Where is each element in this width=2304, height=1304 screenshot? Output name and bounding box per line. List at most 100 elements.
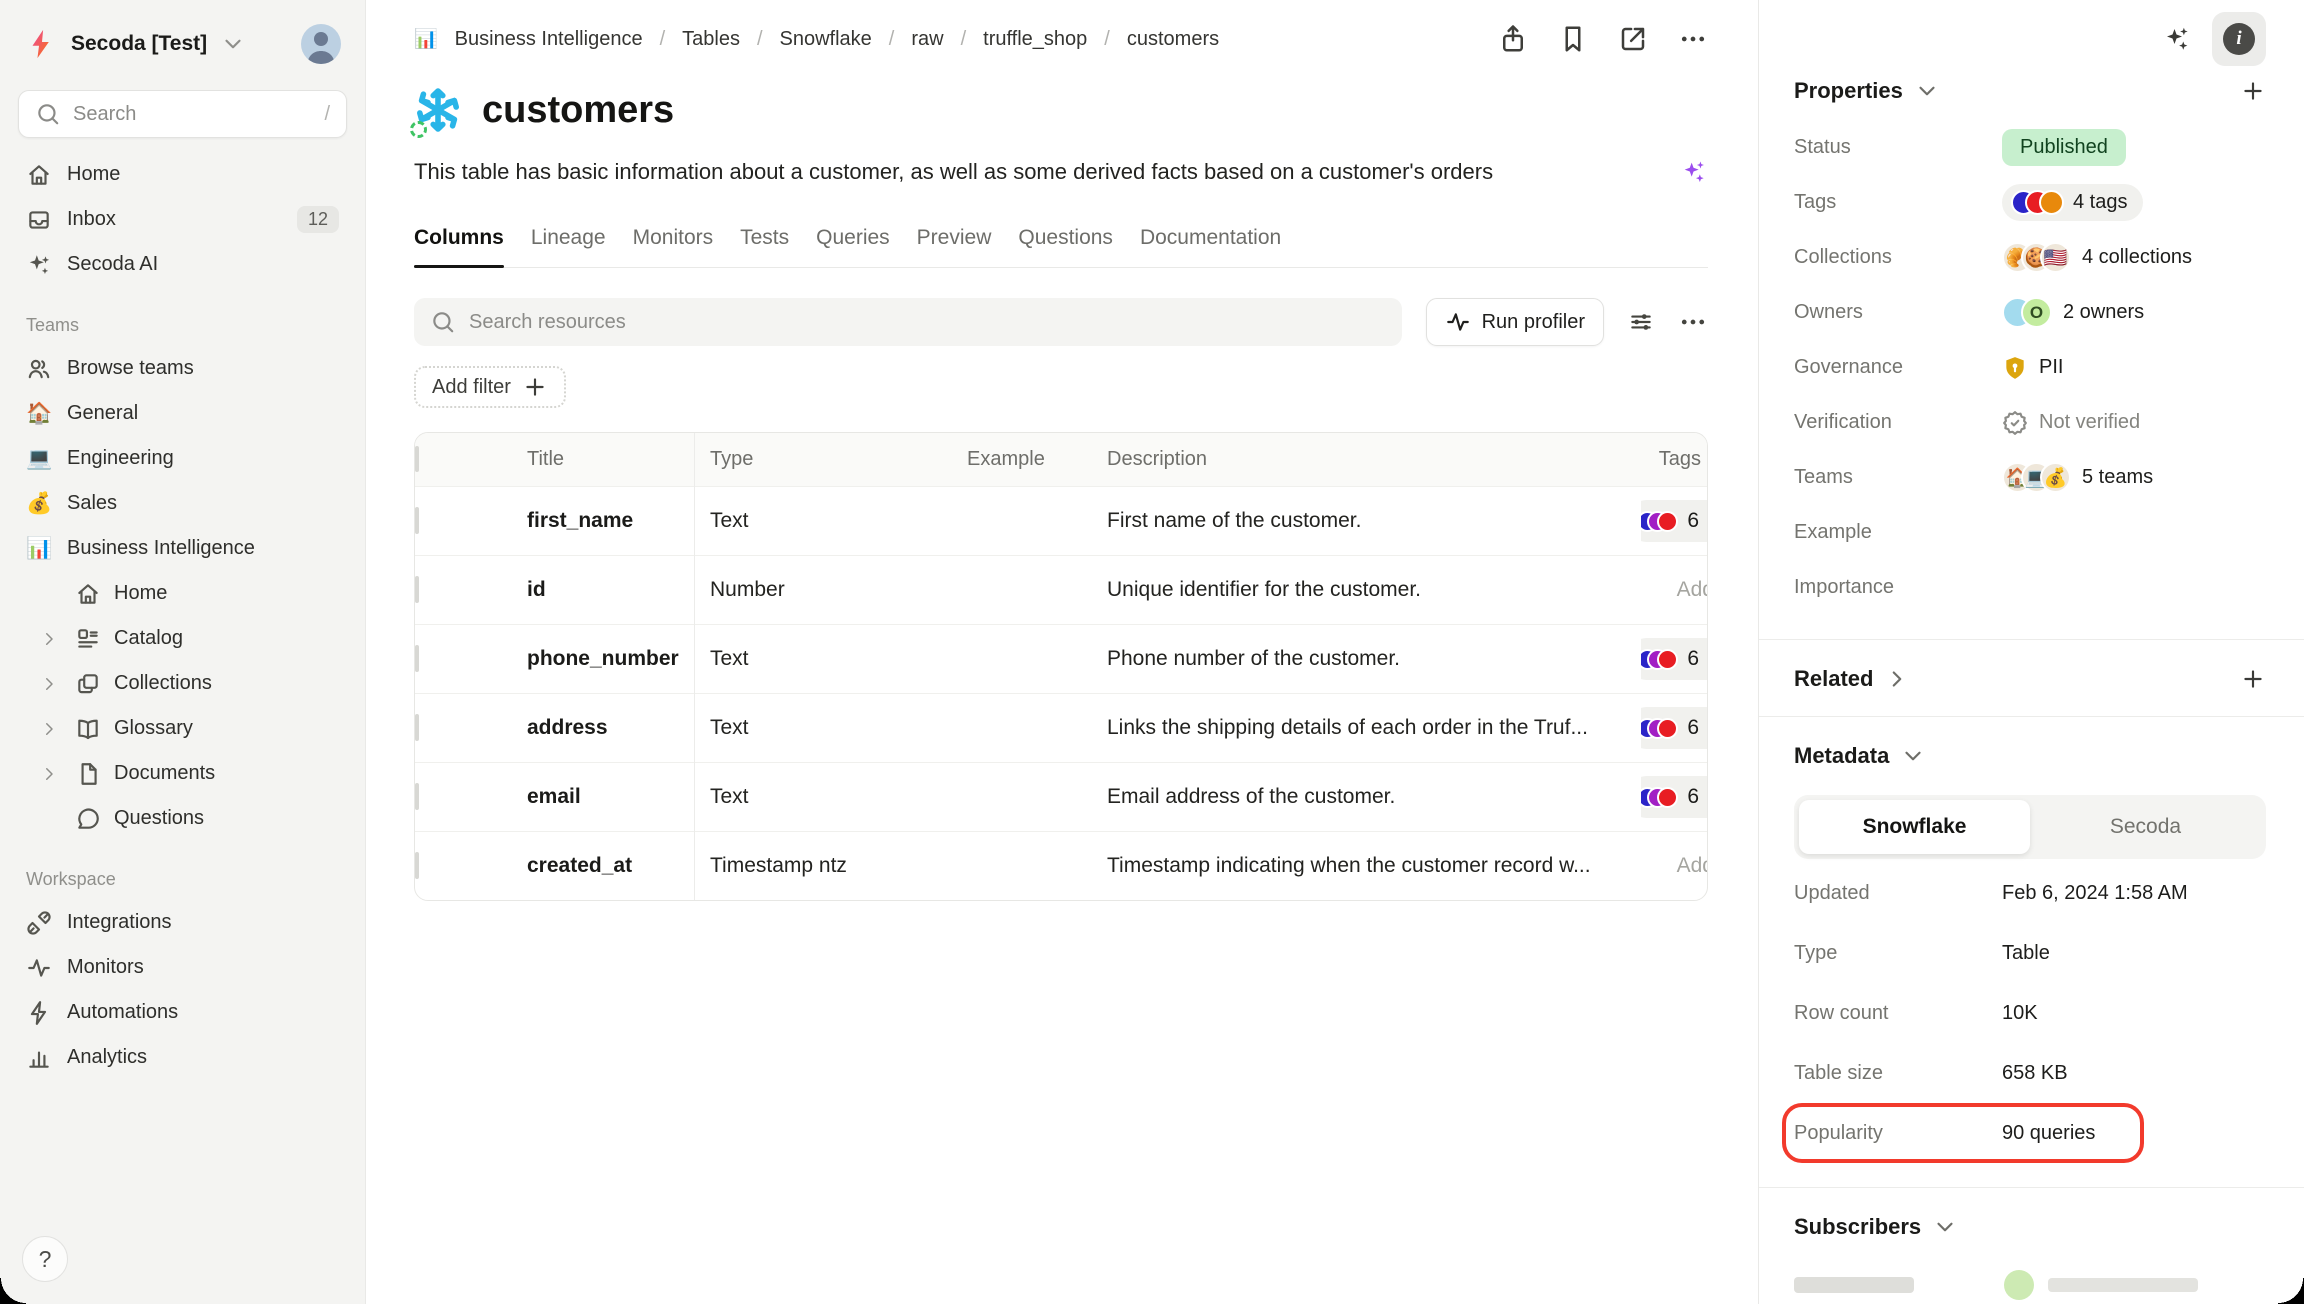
sidebar-item-engineering[interactable]: 💻 Engineering <box>16 436 349 481</box>
subscribers-section-header[interactable]: Subscribers <box>1794 1214 2266 1240</box>
table-row[interactable]: first_name Text First name of the custom… <box>415 486 1707 555</box>
row-checkbox[interactable] <box>415 576 419 603</box>
sidebar-item-bi-questions[interactable]: Questions <box>16 796 349 841</box>
table-row[interactable]: created_at Timestamp ntz Timestamp indic… <box>415 831 1707 900</box>
add-tag-button[interactable]: Add tag <box>1677 578 1707 602</box>
add-filter-button[interactable]: Add filter <box>414 366 566 408</box>
bookmark-icon[interactable] <box>1558 24 1588 54</box>
property-row-example[interactable]: Example <box>1794 505 2266 560</box>
column-header-description[interactable]: Description <box>1091 448 1641 471</box>
add-related-button[interactable] <box>2240 666 2266 692</box>
cell-title[interactable]: created_at <box>511 854 694 878</box>
help-button[interactable]: ? <box>22 1236 68 1282</box>
page-description[interactable]: This table has basic information about a… <box>414 159 1493 185</box>
breadcrumb-item[interactable]: raw <box>911 28 943 51</box>
cell-title[interactable]: email <box>511 785 694 809</box>
sidebar-item-inbox[interactable]: Inbox 12 <box>16 197 349 242</box>
cell-description[interactable]: Timestamp indicating when the customer r… <box>1091 854 1641 878</box>
share-icon[interactable] <box>1498 24 1528 54</box>
workspace-switcher[interactable]: Secoda [Test] <box>16 18 349 70</box>
sidebar-item-integrations[interactable]: Integrations <box>16 900 349 945</box>
tab-columns[interactable]: Columns <box>414 226 504 267</box>
tab-documentation[interactable]: Documentation <box>1140 226 1281 267</box>
run-profiler-button[interactable]: Run profiler <box>1426 298 1604 346</box>
open-external-icon[interactable] <box>1618 24 1648 54</box>
table-row[interactable]: address Text Links the shipping details … <box>415 693 1707 762</box>
column-header-tags[interactable]: Tags <box>1641 448 1707 471</box>
sidebar-item-bi-glossary[interactable]: Glossary <box>16 706 349 751</box>
cell-description[interactable]: Links the shipping details of each order… <box>1091 716 1641 740</box>
tab-queries[interactable]: Queries <box>816 226 890 267</box>
column-header-example[interactable]: Example <box>951 448 1091 471</box>
metadata-section-header[interactable]: Metadata <box>1794 743 2266 769</box>
search-resources-input[interactable]: Search resources <box>414 298 1402 346</box>
breadcrumb-item[interactable]: Business Intelligence <box>455 28 643 51</box>
sidebar-item-bi-collections[interactable]: Collections <box>16 661 349 706</box>
sidebar-item-general[interactable]: 🏠 General <box>16 391 349 436</box>
cell-description[interactable]: First name of the customer. <box>1091 509 1641 533</box>
tab-monitors[interactable]: Monitors <box>633 226 714 267</box>
ai-sparkle-icon[interactable] <box>2162 24 2192 54</box>
cell-title[interactable]: first_name <box>511 509 694 533</box>
chevron-right-icon[interactable] <box>36 675 62 693</box>
tab-tests[interactable]: Tests <box>740 226 789 267</box>
tab-lineage[interactable]: Lineage <box>531 226 606 267</box>
user-avatar[interactable] <box>301 24 341 64</box>
table-row[interactable]: phone_number Text Phone number of the cu… <box>415 624 1707 693</box>
select-all-checkbox[interactable] <box>415 446 419 472</box>
sidebar-item-home[interactable]: Home <box>16 152 349 197</box>
row-checkbox[interactable] <box>415 645 419 672</box>
tab-secoda[interactable]: Secoda <box>2030 800 2261 854</box>
chevron-right-icon[interactable] <box>36 720 62 738</box>
breadcrumb-item[interactable]: truffle_shop <box>983 28 1087 51</box>
more-options-icon[interactable] <box>1678 24 1708 54</box>
sidebar-item-sales[interactable]: 💰 Sales <box>16 481 349 526</box>
filter-settings-icon[interactable] <box>1628 309 1654 335</box>
tags-pill[interactable]: 4 tags <box>2002 184 2143 221</box>
governance-value[interactable]: PII <box>2002 355 2266 381</box>
breadcrumb-item[interactable]: Tables <box>682 28 740 51</box>
cell-description[interactable]: Unique identifier for the customer. <box>1091 578 1641 602</box>
collections-value[interactable]: 🥐 🍪 🇺🇸 4 collections <box>2002 242 2266 273</box>
properties-section-header[interactable]: Properties <box>1794 78 2266 104</box>
cell-description[interactable]: Phone number of the customer. <box>1091 647 1641 671</box>
chevron-right-icon[interactable] <box>36 765 62 783</box>
cell-title[interactable]: id <box>511 578 694 602</box>
tags-pill[interactable]: 6 <box>1641 500 1707 542</box>
more-options-icon[interactable] <box>1678 307 1708 337</box>
table-row[interactable]: id Number Unique identifier for the cust… <box>415 555 1707 624</box>
row-checkbox[interactable] <box>415 714 419 741</box>
sidebar-item-browse-teams[interactable]: Browse teams <box>16 346 349 391</box>
tags-pill[interactable]: 6 <box>1641 707 1707 749</box>
row-checkbox[interactable] <box>415 852 419 879</box>
sidebar-item-business-intelligence[interactable]: 📊 Business Intelligence <box>16 526 349 571</box>
table-row[interactable]: email Text Email address of the customer… <box>415 762 1707 831</box>
sidebar-item-bi-documents[interactable]: Documents <box>16 751 349 796</box>
sidebar-item-automations[interactable]: Automations <box>16 990 349 1035</box>
sidebar-search-input[interactable]: Search / <box>18 90 347 138</box>
teams-value[interactable]: 🏠 💻 💰 5 teams <box>2002 462 2266 493</box>
sidebar-item-analytics[interactable]: Analytics <box>16 1035 349 1080</box>
tags-pill[interactable]: 6 <box>1641 776 1707 818</box>
cell-description[interactable]: Email address of the customer. <box>1091 785 1641 809</box>
tab-snowflake[interactable]: Snowflake <box>1799 800 2030 854</box>
info-button[interactable]: i <box>2212 12 2266 66</box>
verification-value[interactable]: Not verified <box>2002 410 2266 436</box>
sidebar-item-bi-catalog[interactable]: Catalog <box>16 616 349 661</box>
tags-pill[interactable]: 6 <box>1641 638 1707 680</box>
breadcrumb-item[interactable]: Snowflake <box>780 28 872 51</box>
tab-questions[interactable]: Questions <box>1018 226 1113 267</box>
related-section-header[interactable]: Related <box>1794 666 2266 692</box>
row-checkbox[interactable] <box>415 507 419 534</box>
status-badge[interactable]: Published <box>2002 129 2126 166</box>
add-property-button[interactable] <box>2240 78 2266 104</box>
cell-title[interactable]: address <box>511 716 694 740</box>
sidebar-item-monitors[interactable]: Monitors <box>16 945 349 990</box>
column-header-title[interactable]: Title <box>511 448 694 471</box>
cell-title[interactable]: phone_number <box>511 647 694 671</box>
property-row-importance[interactable]: Importance <box>1794 560 2266 615</box>
owners-value[interactable]: O 2 owners <box>2002 297 2266 328</box>
sidebar-item-bi-home[interactable]: Home <box>16 571 349 616</box>
tab-preview[interactable]: Preview <box>917 226 992 267</box>
ai-sparkle-icon[interactable] <box>1680 158 1708 186</box>
